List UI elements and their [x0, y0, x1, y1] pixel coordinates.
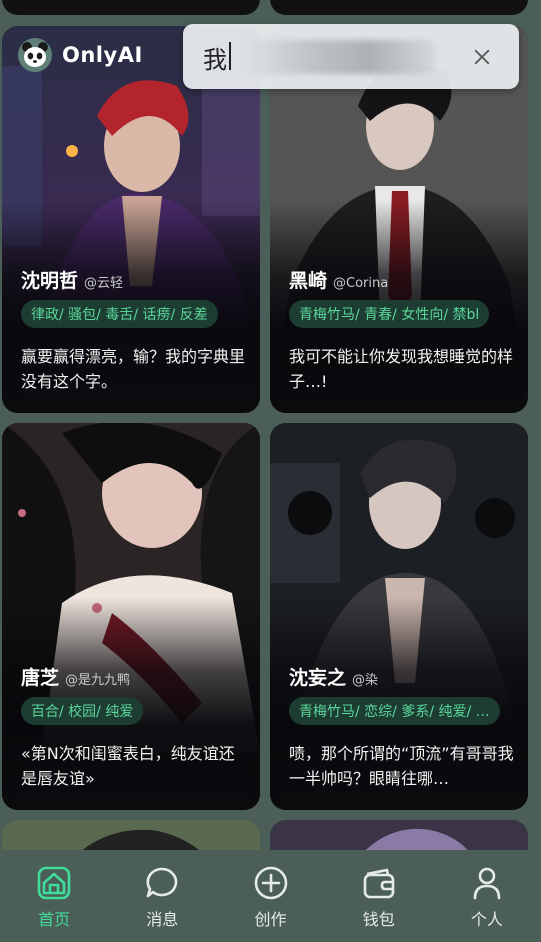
character-portrait — [270, 820, 528, 850]
card-title-row: 唐芝 @是九九鸭 — [21, 663, 130, 690]
nav-label: 消息 — [146, 910, 179, 929]
author-handle: @染 — [352, 673, 379, 688]
tag-pill: 百合/ 校园/ 纯爱 — [21, 697, 144, 725]
home-icon — [37, 866, 71, 900]
search-input[interactable]: 我 — [203, 40, 227, 75]
nav-label: 创作 — [254, 910, 287, 929]
panda-icon — [18, 38, 52, 72]
search-box[interactable]: 我 — [183, 24, 519, 89]
character-card-partial[interactable] — [270, 0, 528, 15]
character-description: «第N次和闺蜜表白，纯友谊还是唇友谊» — [21, 744, 235, 788]
author-handle: @云轻 — [84, 276, 124, 291]
character-description: 啧，那个所谓的“顶流”有哥哥我一半帅吗？眼睛往哪… — [289, 744, 514, 788]
tag-pill: 律政/ 骚包/ 毒舌/ 话痨/ 反差 — [21, 300, 218, 328]
tag-pill: 青梅竹马/ 青春/ 女性向/ 禁bl — [289, 300, 490, 328]
character-card[interactable]: 唐芝 @是九九鸭 百合/ 校园/ 纯爱 «第N次和闺蜜表白，纯友谊还是唇友谊» — [2, 423, 260, 810]
nav-home[interactable]: 首页 — [0, 850, 108, 942]
character-card-partial[interactable] — [2, 820, 260, 850]
wallet-icon — [363, 868, 395, 899]
card-title-row: 黑崎 @Corina — [289, 266, 388, 293]
character-feed[interactable]: 沈明哲 @云轻 律政/ 骚包/ 毒舌/ 话痨/ 反差 赢要赢得漂亮，输？我的字典… — [0, 0, 541, 850]
nav-label: 首页 — [38, 910, 71, 929]
blurred-suggestion — [245, 40, 435, 74]
nav-messages[interactable]: 消息 — [108, 850, 216, 942]
character-card-partial[interactable] — [2, 0, 260, 15]
text-caret — [229, 42, 231, 70]
card-title-row: 沈明哲 @云轻 — [21, 266, 123, 293]
character-card-partial[interactable] — [270, 820, 528, 850]
nav-profile[interactable]: 个人 — [433, 850, 541, 942]
close-icon[interactable] — [467, 42, 497, 72]
author-handle: @是九九鸭 — [65, 673, 131, 688]
character-name: 沈妄之 — [289, 667, 347, 689]
plus-circle-icon — [254, 866, 287, 900]
character-name: 黑崎 — [289, 270, 328, 292]
nav-label: 个人 — [470, 910, 503, 929]
character-card[interactable]: 沈妄之 @染 青梅竹马/ 恋综/ 爹系/ 纯爱/ … 啧，那个所谓的“顶流”有哥… — [270, 423, 528, 810]
author-handle: @Corina — [333, 276, 389, 291]
nav-wallet[interactable]: 钱包 — [325, 850, 433, 942]
character-description: 赢要赢得漂亮，输？我的字典里没有这个字。 — [21, 347, 246, 391]
character-name: 沈明哲 — [21, 270, 79, 292]
app-name: OnlyAI — [62, 43, 143, 67]
card-title-row: 沈妄之 @染 — [289, 663, 378, 690]
bottom-navigation: 首页 消息 创作 钱包 个人 — [0, 850, 541, 942]
nav-label: 钱包 — [362, 910, 395, 929]
nav-create[interactable]: 创作 — [216, 850, 324, 942]
tag-pill: 青梅竹马/ 恋综/ 爹系/ 纯爱/ … — [289, 697, 500, 725]
character-description: 我可不能让你发现我想睡觉的样子…! — [289, 347, 514, 391]
chat-bubble-icon — [146, 867, 178, 898]
app-brand[interactable]: OnlyAI — [18, 38, 143, 72]
character-name: 唐芝 — [21, 667, 60, 689]
person-icon — [473, 867, 501, 900]
character-portrait — [2, 820, 260, 850]
